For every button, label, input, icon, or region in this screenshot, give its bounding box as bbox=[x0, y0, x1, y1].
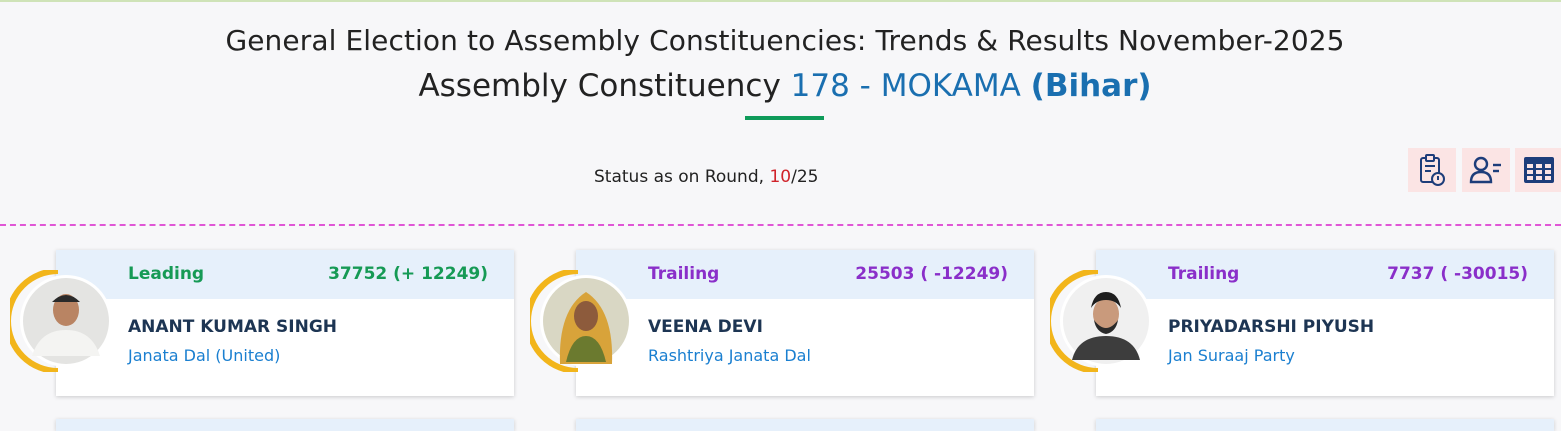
candidate-name: PRIYADARSHI PIYUSH bbox=[1168, 317, 1375, 337]
subtitle-prefix: Assembly Constituency bbox=[418, 68, 781, 104]
candidate-list-icon bbox=[1469, 156, 1501, 184]
candidate-list-button[interactable] bbox=[1462, 148, 1510, 192]
constituency-heading: Assembly Constituency 178 - MOKAMA (Biha… bbox=[0, 68, 1561, 104]
candidate-name: ANANT KUMAR SINGH bbox=[128, 317, 338, 337]
candidate-card-4[interactable] bbox=[56, 419, 514, 431]
candidate-status: Trailing bbox=[648, 264, 720, 284]
page-title: General Election to Assembly Constituenc… bbox=[225, 24, 1345, 57]
candidate-photo-2 bbox=[530, 270, 632, 372]
candidate-card-3[interactable]: Trailing 7737 ( -30015) PRIYADARSHI PIYU… bbox=[1096, 250, 1554, 396]
clipboard-report-icon bbox=[1420, 154, 1445, 186]
candidate-party: Jan Suraaj Party bbox=[1168, 346, 1295, 365]
section-divider bbox=[0, 224, 1561, 226]
status-label: Status as on Round, bbox=[594, 167, 765, 187]
candidate-card-2[interactable]: Trailing 25503 ( -12249) VEENA DEVI Rash… bbox=[576, 250, 1034, 396]
round-status: Status as on Round, 10/25 bbox=[594, 167, 818, 187]
heading-underline bbox=[745, 116, 824, 120]
candidate-party: Janata Dal (United) bbox=[128, 346, 281, 365]
total-rounds: 25 bbox=[796, 167, 819, 187]
candidate-votes: 7737 ( -30015) bbox=[1387, 264, 1528, 284]
candidate-status: Leading bbox=[128, 264, 205, 284]
candidate-votes: 25503 ( -12249) bbox=[855, 264, 1008, 284]
candidate-status: Trailing bbox=[1168, 264, 1240, 284]
candidate-name: VEENA DEVI bbox=[648, 317, 763, 337]
table-grid-icon bbox=[1524, 157, 1554, 183]
candidate-votes: 37752 (+ 12249) bbox=[328, 264, 488, 284]
state-name: (Bihar) bbox=[1030, 68, 1152, 104]
candidate-card-6[interactable] bbox=[1096, 419, 1554, 431]
report-button[interactable] bbox=[1408, 148, 1456, 192]
candidate-party: Rashtriya Janata Dal bbox=[648, 346, 811, 365]
candidate-card-5[interactable] bbox=[576, 419, 1034, 431]
candidate-card-1[interactable]: Leading 37752 (+ 12249) ANANT KUMAR SING… bbox=[56, 250, 514, 396]
candidate-photo-1 bbox=[10, 270, 112, 372]
candidate-photo-3 bbox=[1050, 270, 1152, 372]
constituency-name: 178 - MOKAMA bbox=[790, 68, 1021, 104]
top-border bbox=[0, 0, 1561, 2]
table-view-button[interactable] bbox=[1515, 148, 1561, 192]
current-round: 10 bbox=[769, 167, 792, 187]
